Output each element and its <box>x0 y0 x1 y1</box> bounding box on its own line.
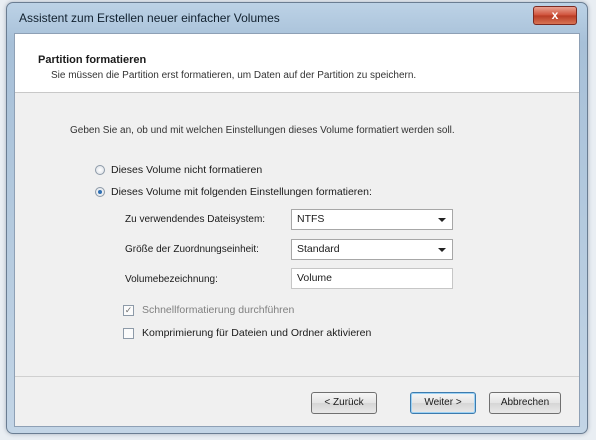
wizard-header: Partition formatieren Sie müssen die Par… <box>15 34 579 93</box>
quick-format-checkbox[interactable]: ✓ <box>123 304 134 316</box>
quick-format-label: Schnellformatierung durchführen <box>142 304 295 316</box>
compression-checkbox[interactable] <box>123 327 134 339</box>
no-format-label: Dieses Volume nicht formatieren <box>111 164 263 176</box>
allocation-select[interactable]: Standard <box>291 239 453 260</box>
footer-divider <box>15 376 579 377</box>
next-button[interactable]: Weiter > <box>410 392 476 414</box>
instruction-text: Geben Sie an, ob und mit welchen Einstel… <box>70 125 455 136</box>
no-format-radio[interactable] <box>95 165 105 175</box>
title-bar: Assistent zum Erstellen neuer einfacher … <box>7 3 587 33</box>
wizard-content: Partition formatieren Sie müssen die Par… <box>14 33 580 427</box>
format-radio[interactable] <box>95 187 105 197</box>
chevron-down-icon <box>438 248 446 252</box>
close-icon: x <box>551 8 559 22</box>
format-label: Dieses Volume mit folgenden Einstellunge… <box>111 186 372 198</box>
volume-label-label: Volumebezeichnung: <box>125 274 218 285</box>
allocation-label: Größe der Zuordnungseinheit: <box>125 244 259 255</box>
filesystem-label: Zu verwendendes Dateisystem: <box>125 214 266 225</box>
page-title: Partition formatieren <box>38 54 147 66</box>
cancel-button[interactable]: Abbrechen <box>489 392 561 414</box>
compression-label: Komprimierung für Dateien und Ordner akt… <box>142 327 372 339</box>
volume-label-value: Volume <box>297 272 333 284</box>
back-button[interactable]: < Zurück <box>311 392 377 414</box>
wizard-window: Assistent zum Erstellen neuer einfacher … <box>6 2 588 434</box>
window-title: Assistent zum Erstellen neuer einfacher … <box>19 11 280 25</box>
chevron-down-icon <box>438 218 446 222</box>
no-format-option[interactable]: Dieses Volume nicht formatieren <box>95 164 262 176</box>
allocation-value: Standard <box>297 243 340 255</box>
filesystem-select[interactable]: NTFS <box>291 209 453 230</box>
page-subtitle: Sie müssen die Partition erst formatiere… <box>51 70 417 81</box>
filesystem-value: NTFS <box>297 213 325 225</box>
quick-format-option[interactable]: ✓ Schnellformatierung durchführen <box>123 304 294 316</box>
volume-label-input[interactable]: Volume <box>291 268 453 289</box>
format-option[interactable]: Dieses Volume mit folgenden Einstellunge… <box>95 186 372 198</box>
close-button[interactable]: x <box>533 6 577 25</box>
compression-option[interactable]: Komprimierung für Dateien und Ordner akt… <box>123 327 371 339</box>
